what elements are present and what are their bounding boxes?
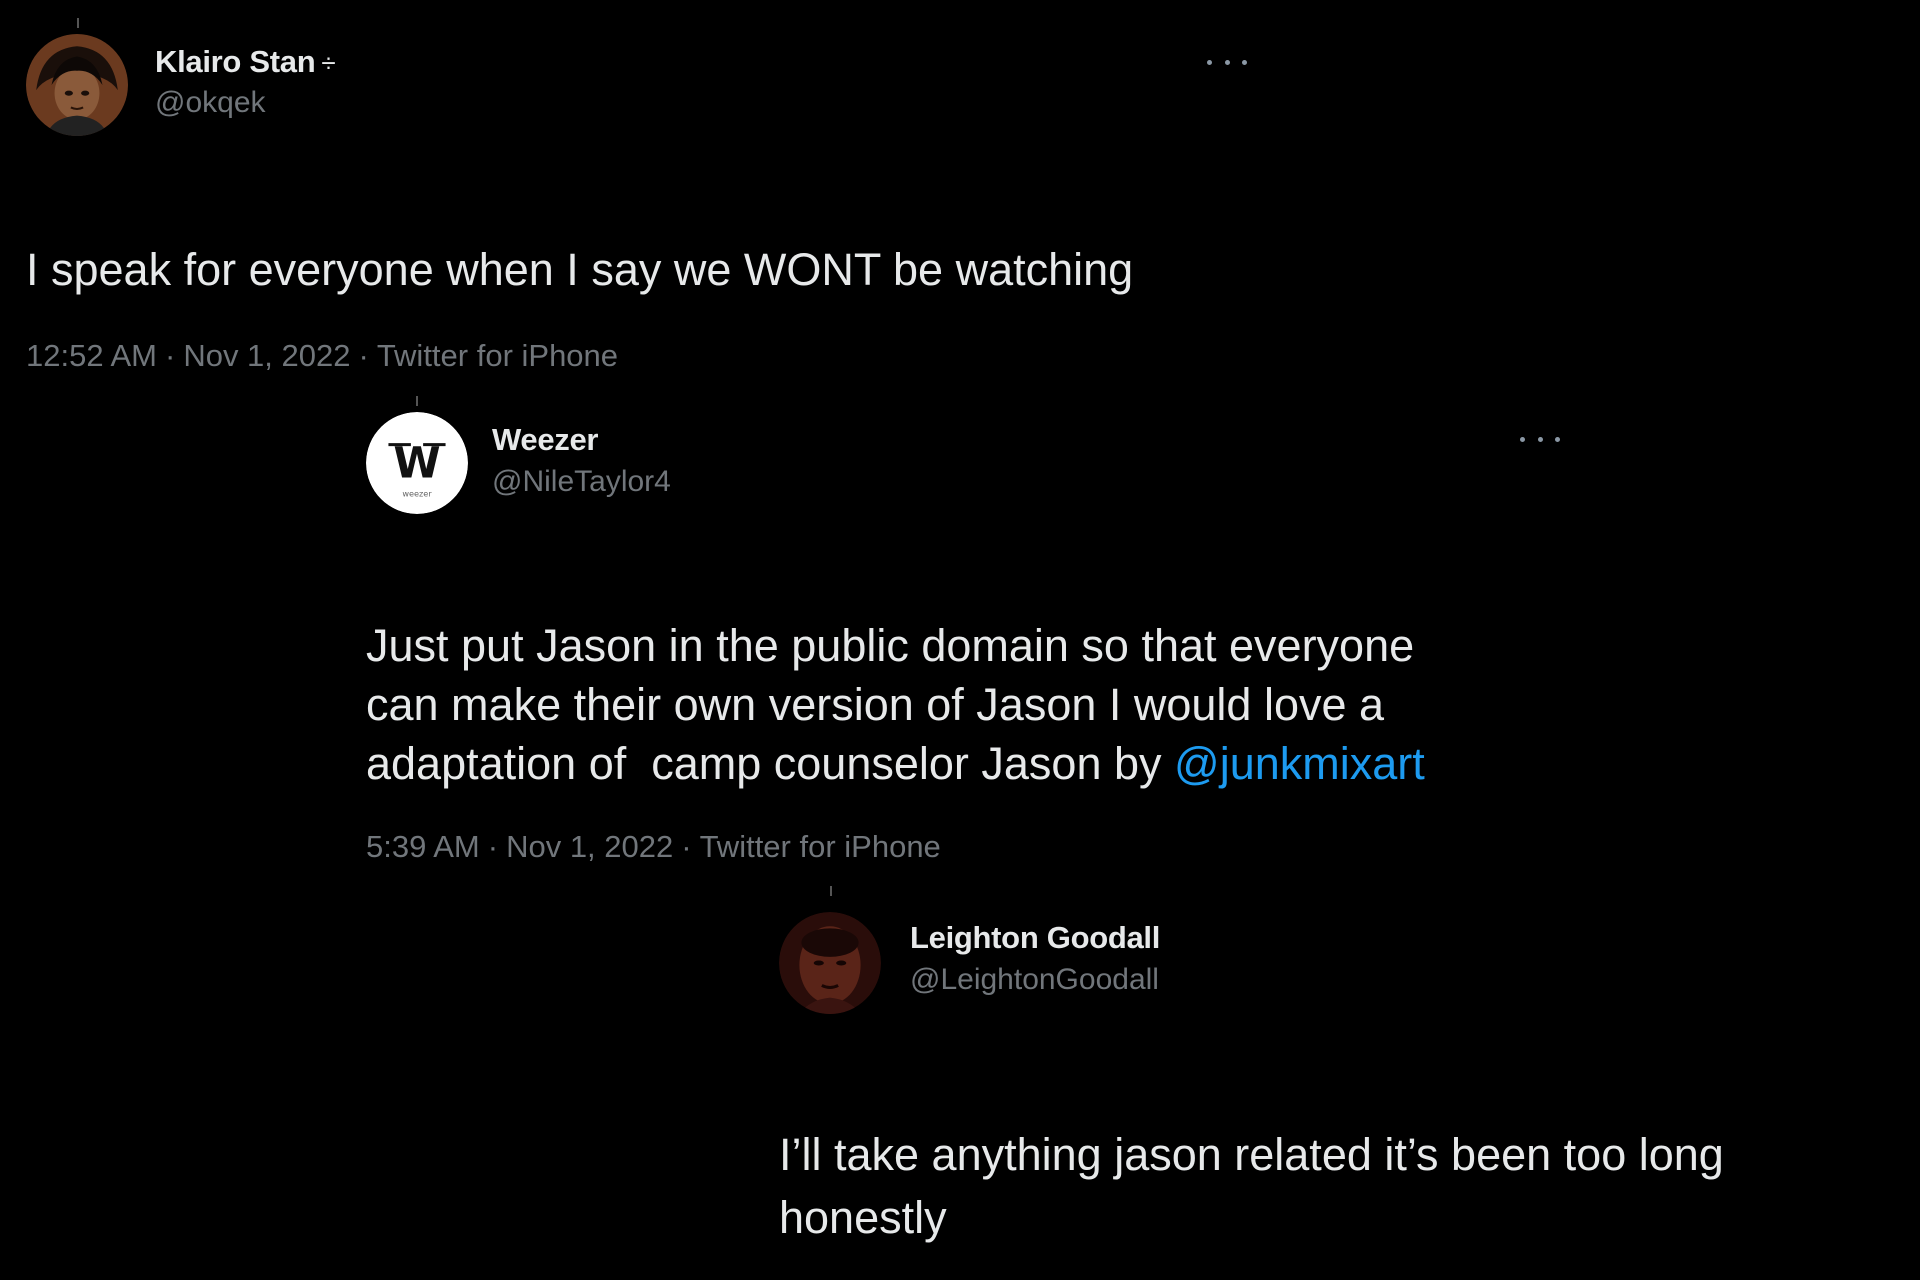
tweet-text: I’ll take anything jason related it’s be… [779,1123,1724,1249]
separator: · [487,829,499,864]
dot [1555,436,1560,442]
tweet-text-line: can make their own version of Jason I wo… [366,679,1385,730]
tweet-text-line: I’ll take anything jason related it’s be… [779,1129,1724,1180]
tweet-date[interactable]: Nov 1, 2022 [183,338,350,373]
thread-tick [830,886,832,896]
mention-link[interactable]: @junkmixart [1174,738,1425,789]
separator: · [358,338,369,373]
handle[interactable]: @NileTaylor4 [492,465,671,499]
display-name[interactable]: Leighton Goodall [910,920,1160,956]
more-options-icon[interactable] [1207,52,1247,72]
thread-tick [416,396,418,406]
display-name-text: Klairo Stan [155,44,316,79]
tweet-text-segment: adaptation of camp counselor Jason by [366,738,1175,789]
tweet-source[interactable]: Twitter for iPhone [700,829,941,864]
tweet-time[interactable]: 5:39 AM [366,829,480,864]
dot [1207,59,1212,65]
tweet-text: I speak for everyone when I say we WONT … [26,244,1134,295]
dot [1520,436,1525,442]
avatar[interactable] [779,912,881,1014]
tweet-date[interactable]: Nov 1, 2022 [506,829,673,864]
handle[interactable]: @LeightonGoodall [910,963,1159,997]
display-name[interactable]: Weezer [492,422,598,458]
weezer-logo-caption: weezer [402,489,432,499]
tweet-time[interactable]: 12:52 AM [26,338,157,373]
avatar[interactable] [26,34,128,136]
separator: · [681,829,692,864]
name-symbol: ÷ [321,48,336,78]
tweet-text-line: adaptation of camp counselor Jason by @j… [366,734,1425,793]
display-name[interactable]: Klairo Stan ÷ [155,44,336,80]
avatar-photo-icon [779,912,881,1014]
tweet-text-line: Just put Jason in the public domain so t… [366,620,1415,671]
weezer-logo-letter: W [393,438,440,488]
dot [1537,436,1543,442]
tweet-meta: 5:39 AM · Nov 1, 2022 · Twitter for iPhone [366,829,941,865]
avatar[interactable]: W weezer [366,412,468,514]
thread-tick [77,18,79,28]
avatar-cartoon-icon [26,34,128,136]
tweet-source[interactable]: Twitter for iPhone [377,338,618,373]
dot [1242,59,1247,65]
dot [1224,59,1230,65]
separator: · [164,338,176,373]
handle[interactable]: @okqek [155,86,266,120]
weezer-logo-icon: W weezer [366,412,468,514]
more-options-icon[interactable] [1520,429,1560,449]
tweet-text-line: honestly [779,1192,947,1243]
tweet-text: Just put Jason in the public domain so t… [366,616,1425,793]
tweet-meta: 12:52 AM · Nov 1, 2022 · Twitter for iPhone [26,338,618,374]
